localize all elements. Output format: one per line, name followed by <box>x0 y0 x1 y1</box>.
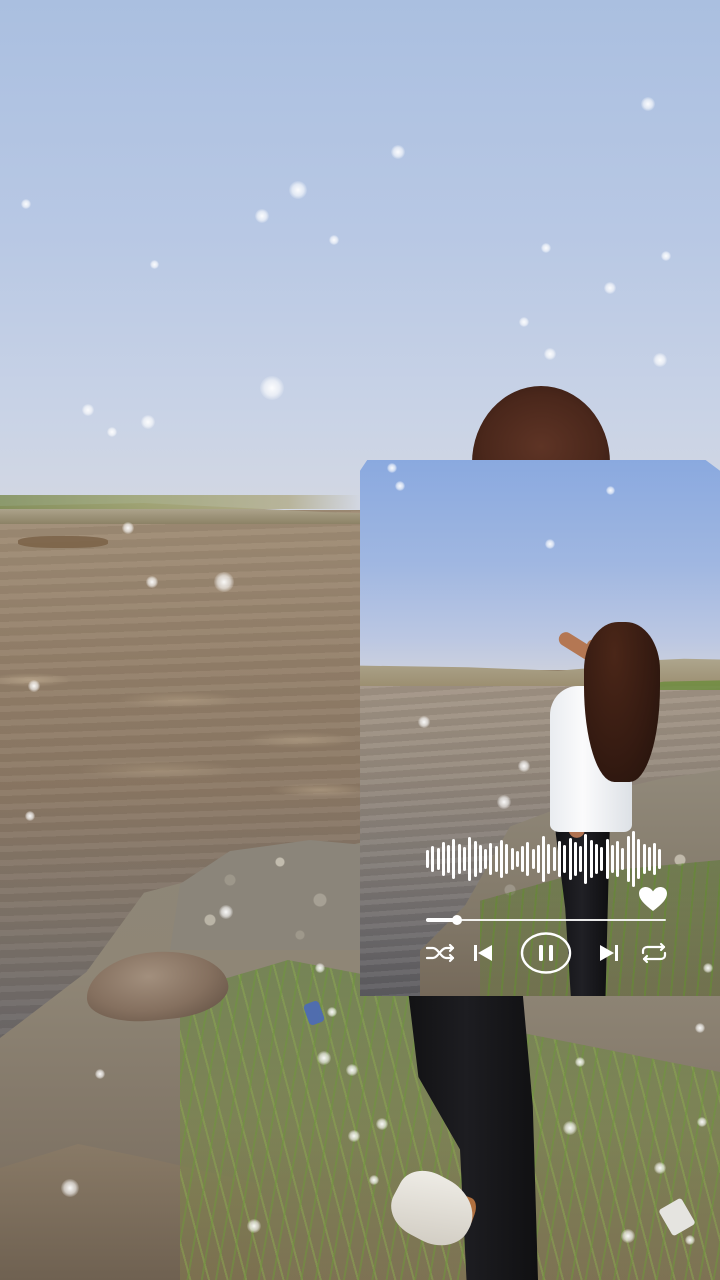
waveform-bar <box>505 844 509 874</box>
inset-person-hair <box>584 622 660 782</box>
waveform-bar <box>447 845 451 873</box>
repeat-icon <box>641 942 667 964</box>
waveform-bar <box>441 842 445 876</box>
waveform-bar <box>616 841 620 877</box>
waveform-bar <box>473 841 477 877</box>
waveform-bar <box>542 836 546 882</box>
waveform-bar <box>436 848 440 870</box>
shuffle-icon <box>425 943 455 963</box>
waveform-bar <box>621 848 625 870</box>
waveform-bar <box>605 839 609 879</box>
next-track-button[interactable] <box>596 938 622 968</box>
waveform-bar <box>595 844 598 874</box>
waveform-bar <box>452 839 456 879</box>
waveform-bar <box>579 846 583 872</box>
waveform-bar <box>457 844 461 874</box>
waveform-bar <box>558 841 562 877</box>
waveform-bar <box>515 851 519 867</box>
waveform-bar <box>499 840 503 878</box>
waveform-bar <box>478 845 482 873</box>
audio-waveform <box>426 826 662 892</box>
playback-progress-bar[interactable] <box>426 912 666 928</box>
pause-button[interactable] <box>520 932 572 974</box>
waveform-bar <box>526 842 530 876</box>
waveform-bar <box>637 839 641 879</box>
waveform-bar <box>600 847 604 871</box>
waveform-bar <box>642 844 646 874</box>
repeat-button[interactable] <box>638 938 670 968</box>
waveform-bar <box>584 834 588 884</box>
waveform-bar <box>658 849 662 869</box>
progress-thumb[interactable] <box>452 915 463 925</box>
waveform-bar <box>431 846 435 872</box>
sky <box>0 0 720 520</box>
waveform-bar <box>547 844 551 874</box>
skip-next-icon <box>600 945 618 961</box>
waveform-bar <box>521 846 525 872</box>
waveform-bar <box>573 842 577 876</box>
waveform-bar <box>589 840 593 878</box>
waveform-bar <box>626 836 630 882</box>
waveform-bar <box>563 845 567 873</box>
waveform-bar <box>489 843 493 875</box>
music-player-widget <box>360 820 720 996</box>
waveform-bar <box>568 838 572 880</box>
waveform-bar <box>631 831 635 887</box>
waveform-bar <box>653 843 657 875</box>
driftwood <box>18 536 108 548</box>
waveform-bar <box>536 845 540 873</box>
waveform-bar <box>647 847 651 871</box>
waveform-bar <box>552 847 556 871</box>
waveform-bar <box>484 849 488 869</box>
shuffle-button[interactable] <box>424 938 458 968</box>
skip-previous-icon <box>474 945 492 961</box>
waveform-bar <box>494 846 498 872</box>
previous-track-button[interactable] <box>470 938 496 968</box>
pause-icon <box>520 932 572 974</box>
inset-sky <box>360 460 720 670</box>
waveform-bar <box>462 847 466 871</box>
waveform-bar <box>610 845 614 873</box>
waveform-bar <box>468 837 472 881</box>
waveform-bar <box>531 849 535 869</box>
waveform-bar <box>426 850 429 868</box>
heart-icon[interactable] <box>638 886 668 912</box>
waveform-bar <box>510 848 514 870</box>
